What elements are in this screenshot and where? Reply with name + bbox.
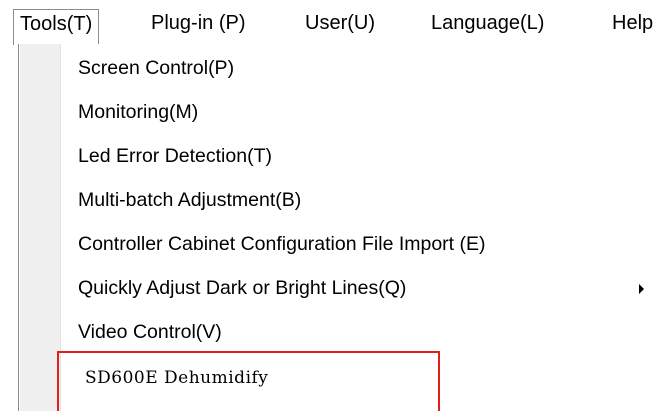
highlight-annotation-box — [57, 351, 440, 411]
application-window: Tools(T) Plug-in (P) User(U) Language(L)… — [0, 0, 658, 411]
menu-item-label: Multi-batch Adjustment(B) — [78, 189, 302, 211]
menu-language[interactable]: Language(L) — [431, 9, 544, 41]
menu-item-video-control[interactable]: Video Control(V) — [78, 316, 222, 348]
menu-tools-label: Tools(T) — [20, 13, 93, 35]
menu-item-label: Led Error Detection(T) — [78, 145, 272, 167]
menu-help-label: Help — [612, 12, 654, 34]
menu-item-controller-cabinet-import[interactable]: Controller Cabinet Configuration File Im… — [78, 228, 486, 260]
menu-item-label: Screen Control(P) — [78, 57, 235, 79]
menu-item-multi-batch-adjustment[interactable]: Multi-batch Adjustment(B) — [78, 184, 301, 216]
menu-item-label: Controller Cabinet Configuration File Im… — [78, 233, 486, 255]
menu-plugin[interactable]: Plug-in (P) — [151, 9, 245, 41]
menu-item-led-error-detection[interactable]: Led Error Detection(T) — [78, 140, 272, 172]
menu-item-label: Quickly Adjust Dark or Bright Lines(Q) — [78, 277, 407, 299]
menu-item-label: Monitoring(M) — [78, 101, 199, 123]
menu-bar: Tools(T) Plug-in (P) User(U) Language(L)… — [0, 0, 658, 45]
menu-item-quickly-adjust-lines[interactable]: Quickly Adjust Dark or Bright Lines(Q) — [78, 272, 406, 304]
scrollbar-edge — [650, 190, 658, 250]
menu-item-monitoring[interactable]: Monitoring(M) — [78, 96, 198, 128]
menu-language-label: Language(L) — [431, 12, 545, 34]
menu-tools[interactable]: Tools(T) — [13, 9, 100, 45]
menu-help[interactable]: Help — [612, 9, 658, 41]
menu-user[interactable]: User(U) — [305, 9, 375, 41]
menu-icon-column — [20, 44, 60, 411]
menu-plugin-label: Plug-in (P) — [151, 12, 246, 34]
submenu-arrow-icon — [639, 284, 644, 294]
menu-item-label: Video Control(V) — [78, 321, 222, 343]
menu-item-screen-control[interactable]: Screen Control(P) — [78, 52, 234, 84]
menu-user-label: User(U) — [305, 12, 375, 34]
